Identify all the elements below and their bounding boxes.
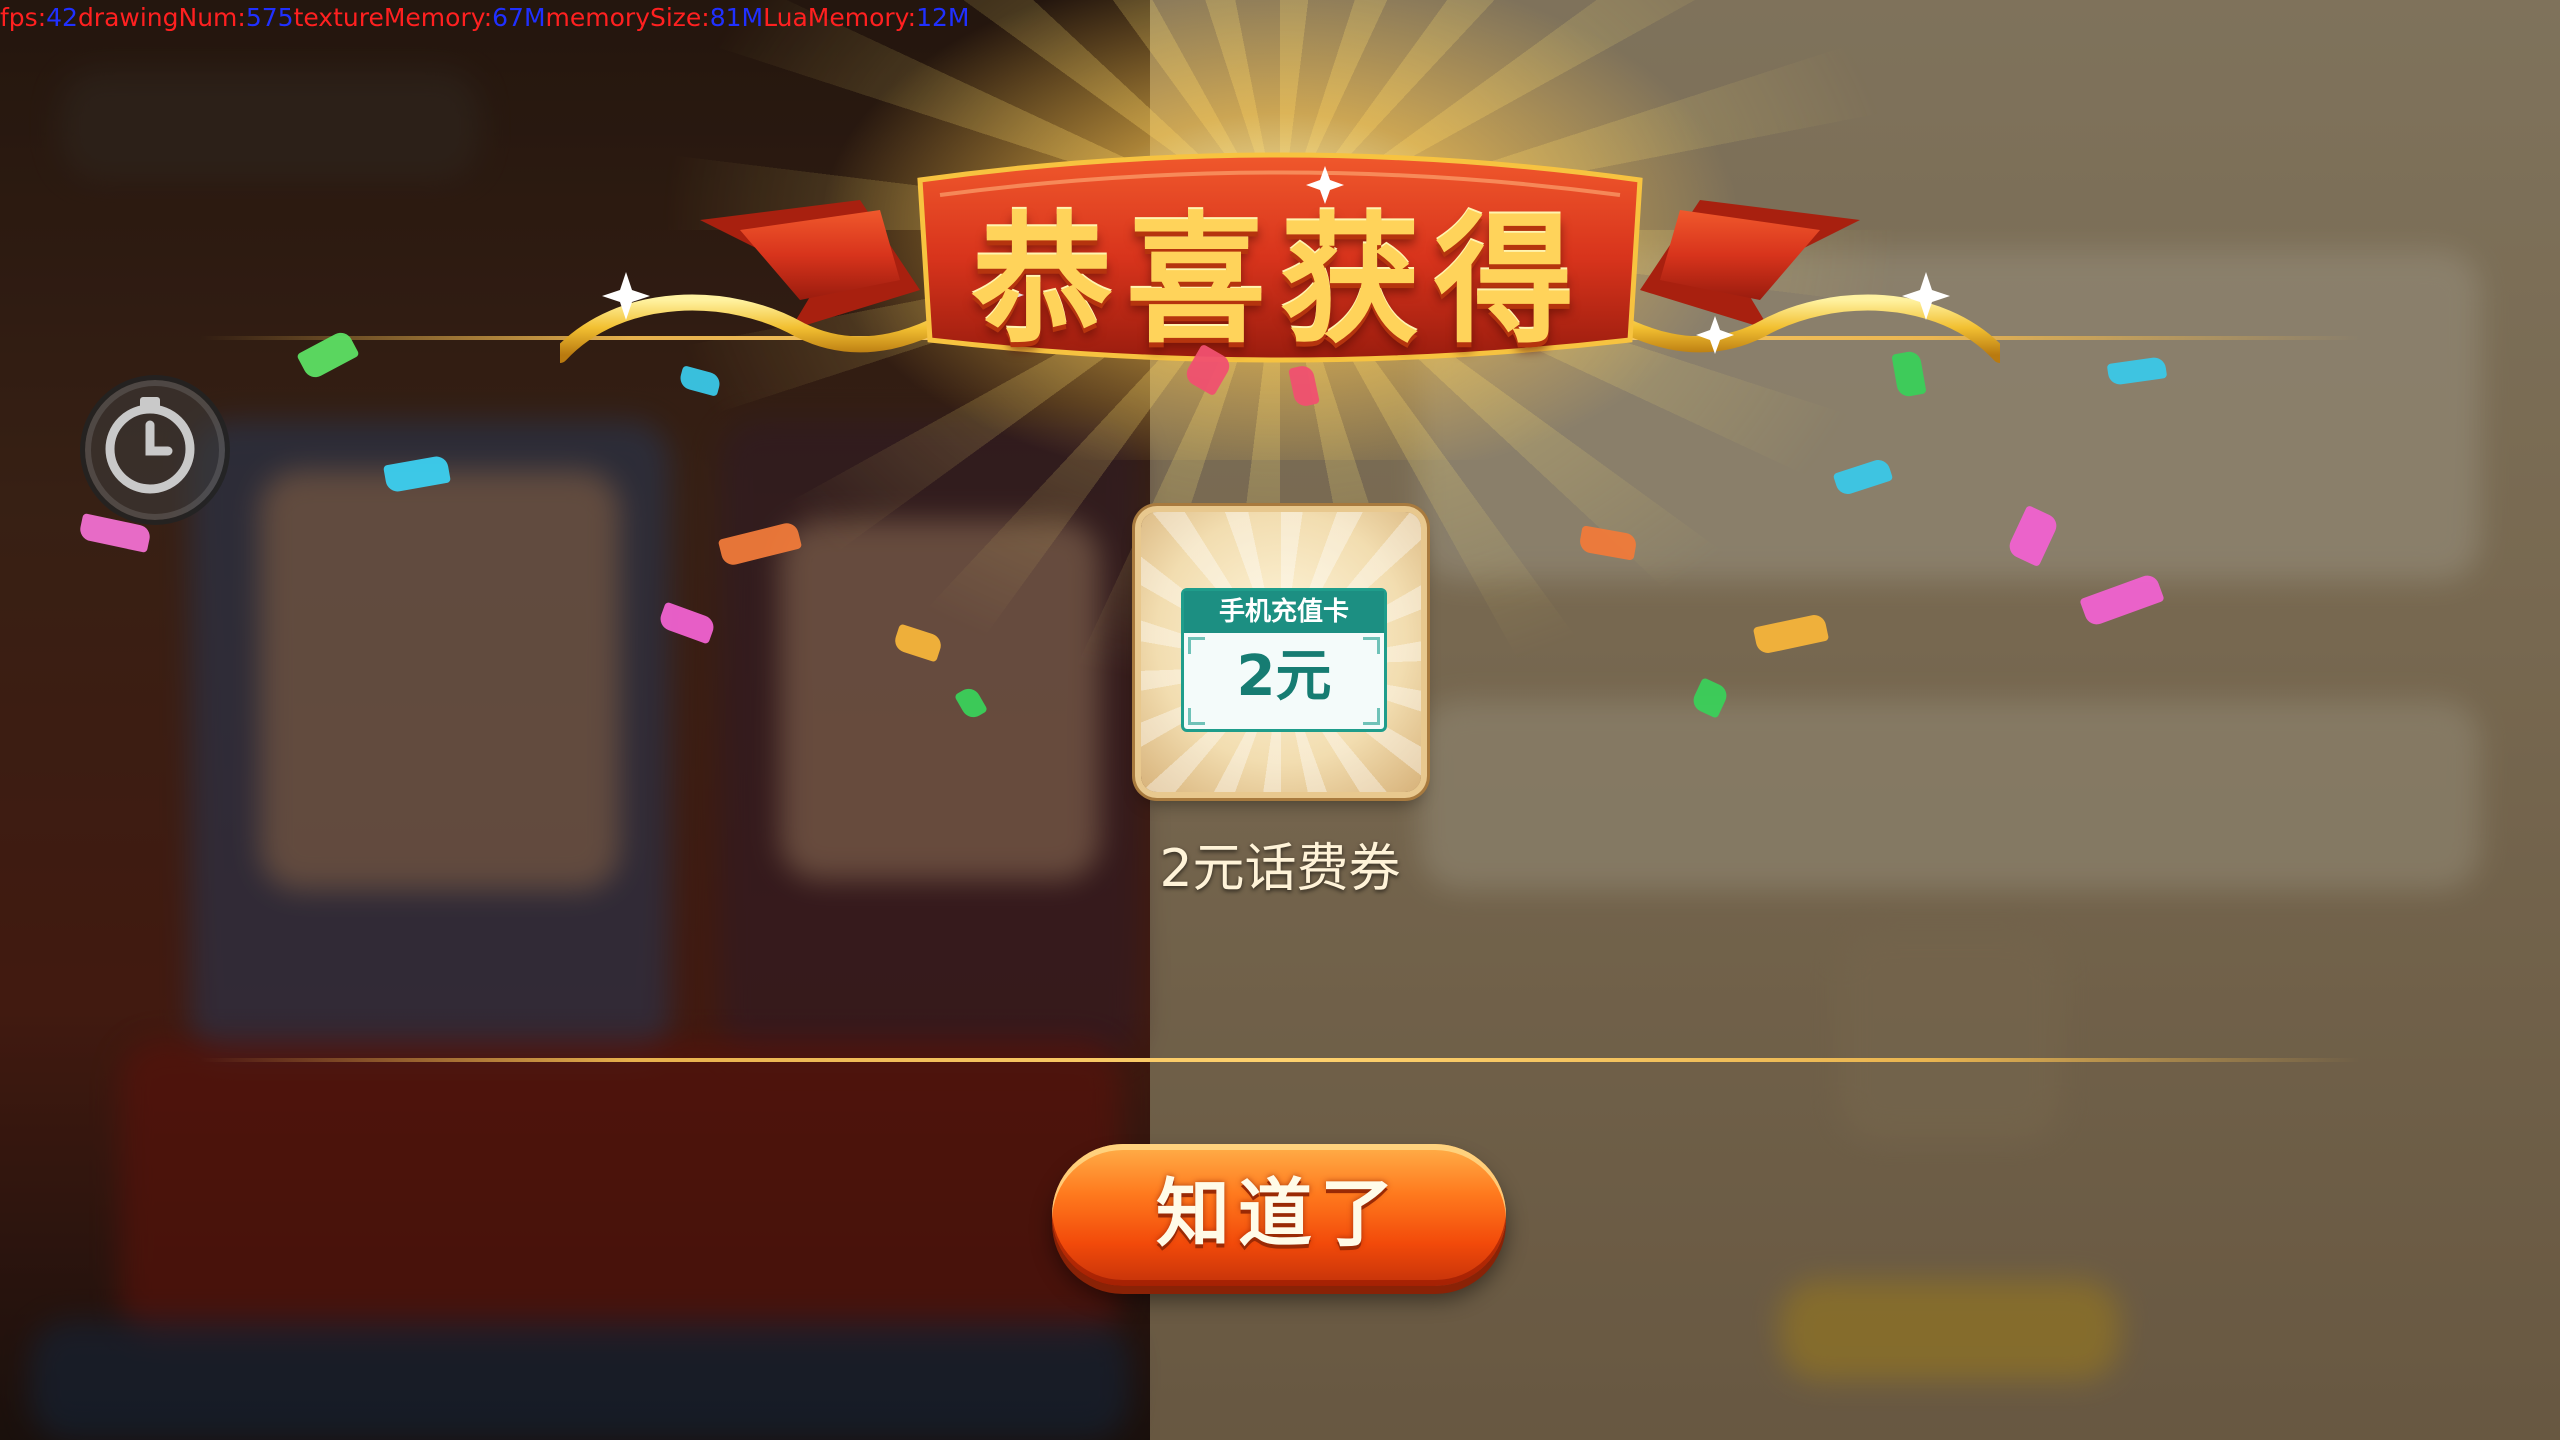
confirm-button-label: 知道了 [1156, 1171, 1402, 1257]
phone-recharge-coupon: 手机充值卡 2元 [1181, 588, 1387, 732]
debug-memory-value: 81M [709, 3, 764, 32]
debug-stats: fps:42drawingNum:575textureMemory:67Mmem… [0, 0, 969, 36]
debug-drawing-label: drawingNum: [77, 3, 246, 32]
stopwatch-icon[interactable] [80, 375, 230, 525]
coupon-corner-ornament [1363, 637, 1380, 654]
reward-card: 手机充值卡 2元 [1141, 512, 1421, 792]
coupon-corner-ornament [1188, 637, 1205, 654]
coupon-value: 2元 [1236, 644, 1332, 709]
debug-lua-label: LuaMemory: [763, 3, 917, 32]
debug-texture-label: textureMemory: [293, 3, 493, 32]
coupon-corner-ornament [1363, 708, 1380, 725]
debug-fps-label: fps: [0, 3, 47, 32]
reward-name: 2元话费券 [1159, 839, 1401, 899]
debug-texture-value: 67M [492, 3, 546, 32]
bottom-gold-line [200, 1058, 2360, 1062]
title-banner: 恭喜获得 [560, 140, 2000, 380]
debug-drawing-value: 575 [245, 3, 294, 32]
debug-fps-value: 42 [46, 3, 78, 32]
coupon-header: 手机充值卡 [1184, 591, 1384, 633]
debug-memory-label: memorySize: [545, 3, 710, 32]
confirm-button[interactable]: 知道了 [1052, 1144, 1506, 1286]
game-screen: 恭喜获得 手机充值卡 2元 2元话费券 知道了 fps:42drawingNum… [0, 0, 2560, 1440]
debug-lua-value: 12M [916, 3, 970, 32]
popup-title: 恭喜获得 [971, 199, 1588, 363]
coupon-corner-ornament [1188, 708, 1205, 725]
